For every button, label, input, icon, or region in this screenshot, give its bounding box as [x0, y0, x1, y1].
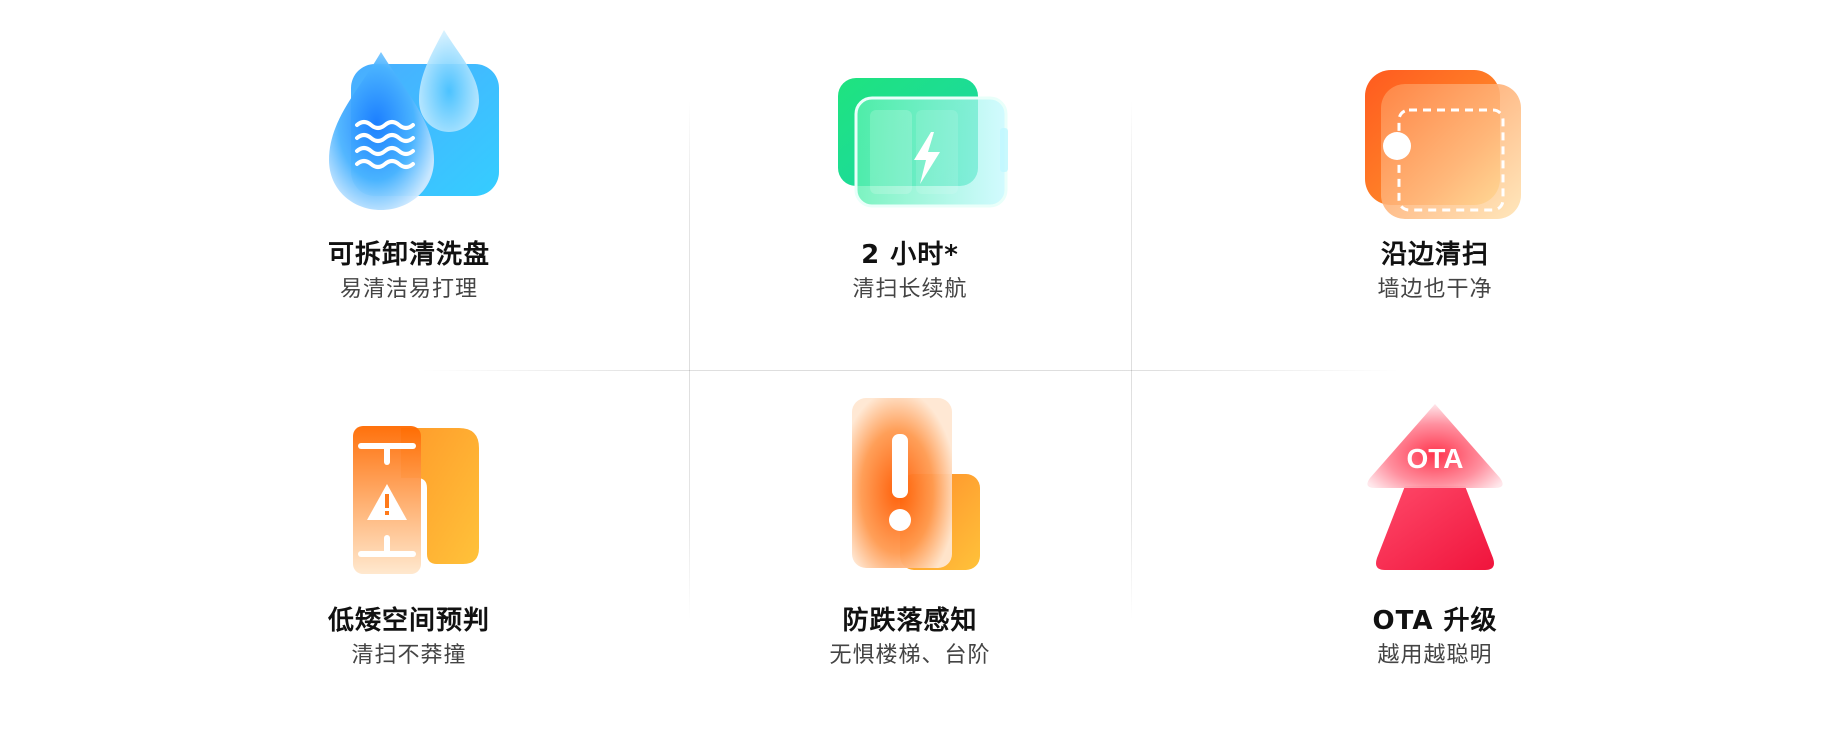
feature-grid: 可拆卸清洗盘 易清洁易打理 2 小时* 清扫长续航 沿边清扫 墙边也干净 低矮空… [0, 0, 1823, 743]
feature-subtitle: 清扫长续航 [852, 277, 968, 302]
feature-battery-life: 2 小时* 清扫长续航 [760, 20, 1060, 320]
feature-subtitle: 清扫不莽撞 [351, 643, 467, 668]
feature-subtitle: 墙边也干净 [1377, 277, 1493, 302]
feature-removable-tray: 可拆卸清洗盘 易清洁易打理 [259, 20, 559, 320]
feature-edge-cleaning: 沿边清扫 墙边也干净 [1285, 20, 1585, 320]
feature-subtitle: 无惧楼梯、台阶 [829, 643, 991, 668]
ota-upgrade-icon: OTA [1335, 386, 1535, 586]
ota-icon-label: OTA [1406, 443, 1463, 474]
feature-subtitle: 易清洁易打理 [339, 277, 478, 302]
feature-fall-prevention: 防跌落感知 无惧楼梯、台阶 [760, 386, 1060, 686]
battery-charging-icon [810, 20, 1010, 220]
feature-title: OTA 升级 [1372, 606, 1498, 636]
feature-low-space-prediction: 低矮空间预判 清扫不莽撞 [259, 386, 559, 686]
feature-subtitle: 越用越聪明 [1377, 643, 1493, 668]
fall-prevention-icon [810, 386, 1010, 586]
low-space-warning-icon [309, 386, 509, 586]
feature-ota-upgrade: OTA OTA 升级 越用越聪明 [1285, 386, 1585, 686]
water-drop-tray-icon [309, 20, 509, 220]
separator-vertical-right [1131, 100, 1132, 620]
feature-title: 防跌落感知 [842, 606, 978, 636]
separator-horizontal [420, 370, 1400, 371]
edge-cleaning-icon [1335, 20, 1535, 220]
feature-title: 2 小时* [861, 240, 959, 270]
feature-title: 低矮空间预判 [327, 606, 490, 636]
separator-vertical-left [689, 100, 690, 620]
feature-title: 沿边清扫 [1380, 240, 1489, 270]
feature-title: 可拆卸清洗盘 [327, 240, 490, 270]
